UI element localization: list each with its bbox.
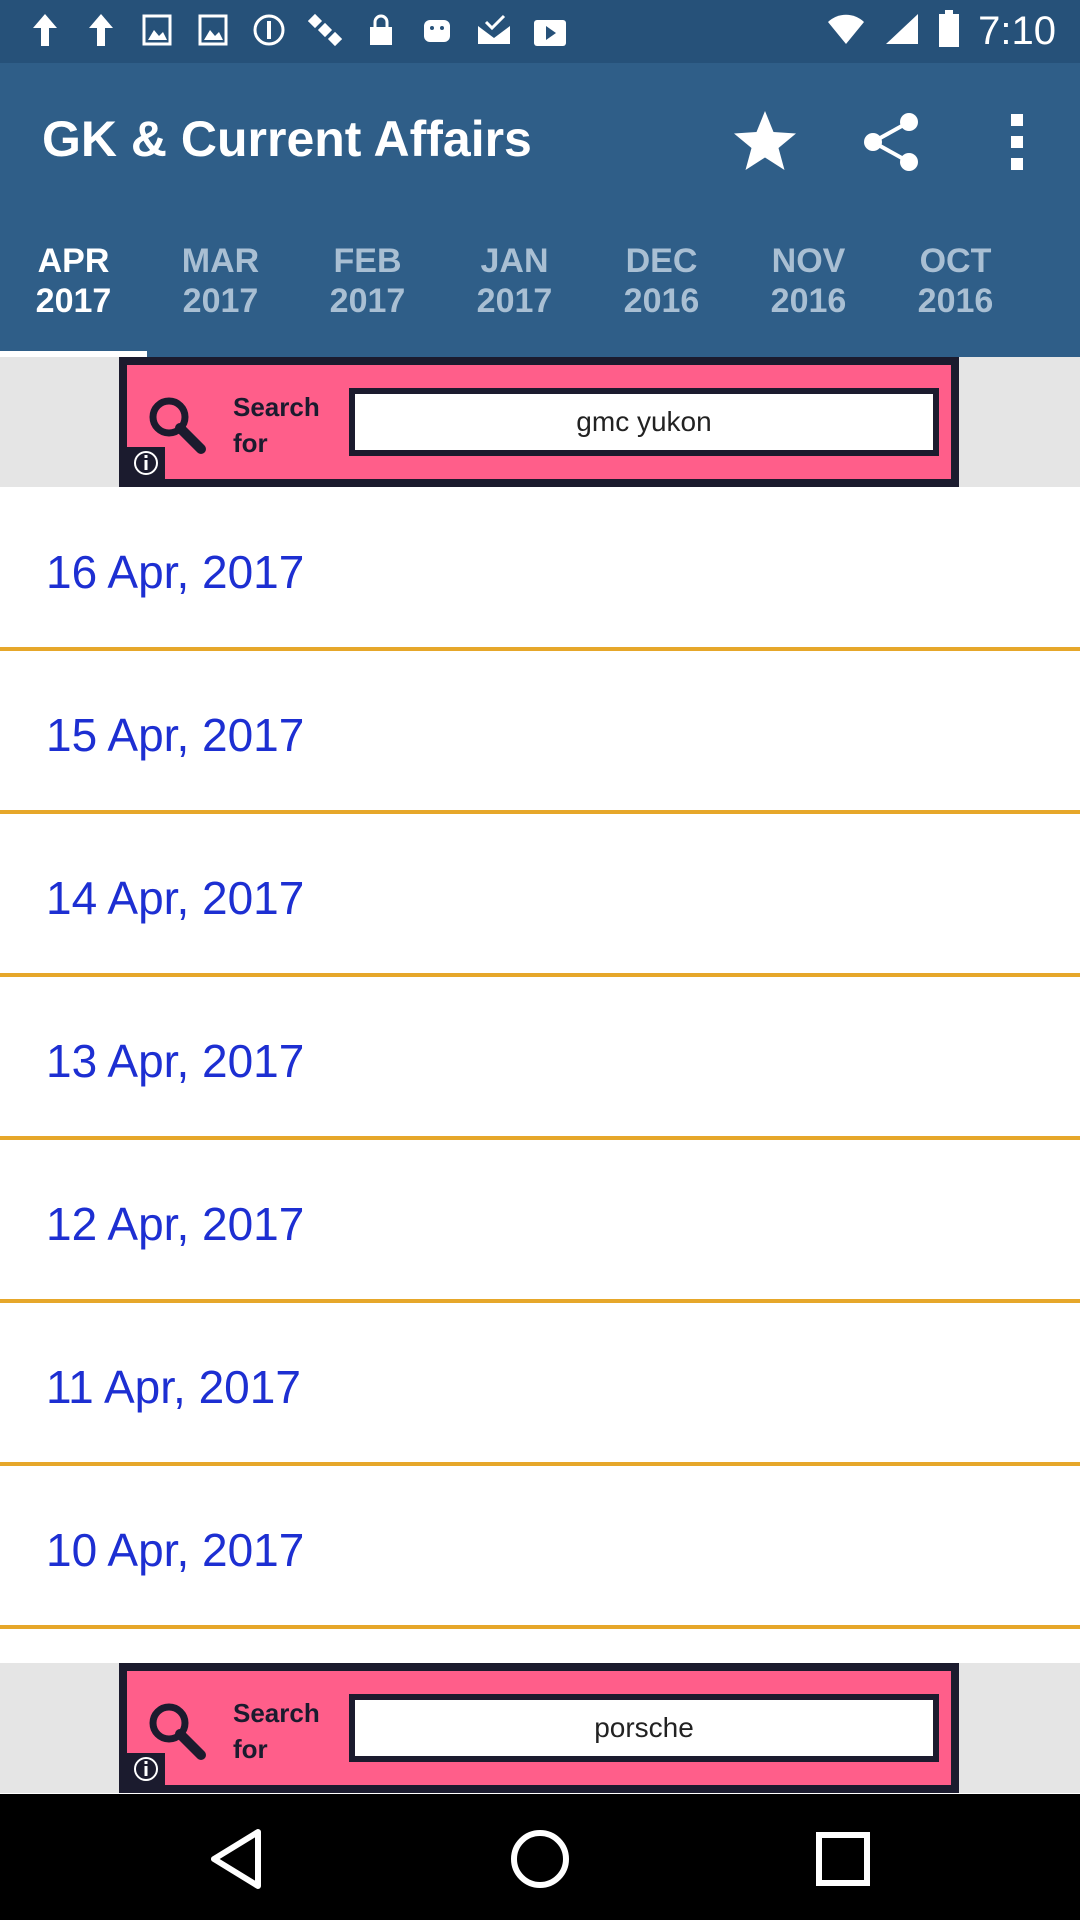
tab-nov-2016[interactable]: NOV 2016 bbox=[735, 233, 882, 357]
star-button[interactable] bbox=[720, 97, 810, 187]
signal-icon bbox=[884, 12, 920, 51]
list-item-date: 11 Apr, 2017 bbox=[46, 1361, 301, 1413]
tab-year: 2017 bbox=[329, 282, 406, 320]
list-item[interactable]: 11 Apr, 2017 bbox=[0, 1303, 1080, 1466]
tab-month: DEC bbox=[625, 242, 698, 280]
tab-month: JAN bbox=[480, 242, 549, 280]
ad-label: Search for bbox=[233, 389, 320, 461]
status-bar: 7:10 bbox=[0, 0, 1080, 63]
list-item-date: 13 Apr, 2017 bbox=[46, 1035, 305, 1087]
info-icon bbox=[134, 451, 158, 475]
app-bar: GK & Current Affairs APR 2017 MAR 2017 F… bbox=[0, 63, 1080, 357]
status-right: 7:10 bbox=[826, 8, 1056, 54]
tab-oct-2016[interactable]: OCT 2016 bbox=[882, 233, 1029, 357]
ad-label-line1: Search bbox=[233, 392, 320, 422]
notification-icons bbox=[28, 12, 566, 50]
tab-year: 2016 bbox=[917, 282, 994, 320]
home-icon[interactable] bbox=[505, 1824, 575, 1894]
info-icon bbox=[134, 1757, 158, 1781]
tab-year: 2017 bbox=[35, 282, 112, 320]
recents-icon[interactable] bbox=[808, 1824, 878, 1894]
month-tabs: APR 2017 MAR 2017 FEB 2017 JAN 2017 DEC … bbox=[0, 233, 1080, 357]
clock: 7:10 bbox=[978, 9, 1056, 53]
tab-mar-2017[interactable]: MAR 2017 bbox=[147, 233, 294, 357]
coin-icon bbox=[252, 12, 286, 50]
tab-feb-2017[interactable]: FEB 2017 bbox=[294, 233, 441, 357]
tab-month: MAR bbox=[181, 242, 260, 280]
tab-partial[interactable]: 2 bbox=[1029, 233, 1080, 357]
list-item[interactable]: 15 Apr, 2017 bbox=[0, 651, 1080, 814]
battery-icon bbox=[938, 9, 960, 53]
tab-year: 2016 bbox=[770, 282, 847, 320]
system-nav-bar bbox=[0, 1794, 1080, 1920]
list-item[interactable]: 14 Apr, 2017 bbox=[0, 814, 1080, 977]
wifi-icon bbox=[826, 12, 866, 51]
ad-query-field[interactable]: gmc yukon bbox=[349, 388, 939, 456]
share-button[interactable] bbox=[846, 97, 936, 187]
back-icon[interactable] bbox=[202, 1824, 272, 1894]
list-item[interactable]: 13 Apr, 2017 bbox=[0, 977, 1080, 1140]
list-item-date: 16 Apr, 2017 bbox=[46, 546, 305, 598]
tab-jan-2017[interactable]: JAN 2017 bbox=[441, 233, 588, 357]
list-item[interactable]: 10 Apr, 2017 bbox=[0, 1466, 1080, 1629]
list-item-date: 14 Apr, 2017 bbox=[46, 872, 305, 924]
tab-month: NOV bbox=[771, 242, 846, 280]
list-item-date: 12 Apr, 2017 bbox=[46, 1198, 305, 1250]
upload-icon bbox=[28, 12, 62, 50]
tab-month: FEB bbox=[333, 242, 402, 280]
ad-search-box[interactable]: Search for porsche bbox=[119, 1663, 959, 1793]
search-icon bbox=[149, 1703, 206, 1760]
tab-year: 2 bbox=[1029, 281, 1080, 321]
share-icon bbox=[864, 113, 918, 171]
search-icon bbox=[149, 397, 206, 454]
list-item[interactable]: 12 Apr, 2017 bbox=[0, 1140, 1080, 1303]
more-vert-icon bbox=[1011, 114, 1023, 170]
tab-month: APR bbox=[37, 242, 110, 280]
date-list: 16 Apr, 2017 15 Apr, 2017 14 Apr, 2017 1… bbox=[0, 488, 1080, 1629]
tab-apr-2017[interactable]: APR 2017 bbox=[0, 233, 147, 357]
ad-label-line1: Search bbox=[233, 1698, 320, 1728]
android-icon bbox=[420, 12, 454, 50]
ad-banner-top: Search for gmc yukon bbox=[0, 357, 1080, 487]
overflow-menu-button[interactable] bbox=[972, 97, 1062, 187]
ad-label-line2: for bbox=[233, 1734, 268, 1764]
lock-icon bbox=[364, 12, 398, 50]
image-icon bbox=[196, 12, 230, 50]
star-icon bbox=[734, 111, 796, 170]
play-bag-icon bbox=[532, 12, 566, 50]
tab-month: OCT bbox=[919, 242, 992, 280]
ad-banner-bottom: Search for porsche bbox=[0, 1663, 1080, 1793]
list-item[interactable]: 16 Apr, 2017 bbox=[0, 488, 1080, 651]
ad-query-field[interactable]: porsche bbox=[349, 1694, 939, 1762]
tab-year: 2017 bbox=[182, 282, 259, 320]
tab-month bbox=[1029, 241, 1080, 281]
ad-label: Search for bbox=[233, 1695, 320, 1767]
list-item-date: 10 Apr, 2017 bbox=[46, 1524, 305, 1576]
image-icon bbox=[140, 12, 174, 50]
satellite-icon bbox=[307, 12, 343, 50]
ad-info-button[interactable] bbox=[127, 1753, 165, 1785]
mail-check-icon bbox=[476, 12, 510, 50]
ad-label-line2: for bbox=[233, 428, 268, 458]
app-title: GK & Current Affairs bbox=[42, 111, 532, 167]
tab-year: 2016 bbox=[623, 282, 700, 320]
tab-dec-2016[interactable]: DEC 2016 bbox=[588, 233, 735, 357]
upload-icon bbox=[84, 12, 118, 50]
ad-info-button[interactable] bbox=[127, 447, 165, 479]
list-item-date: 15 Apr, 2017 bbox=[46, 709, 305, 761]
tab-year: 2017 bbox=[476, 282, 553, 320]
ad-search-box[interactable]: Search for gmc yukon bbox=[119, 357, 959, 487]
